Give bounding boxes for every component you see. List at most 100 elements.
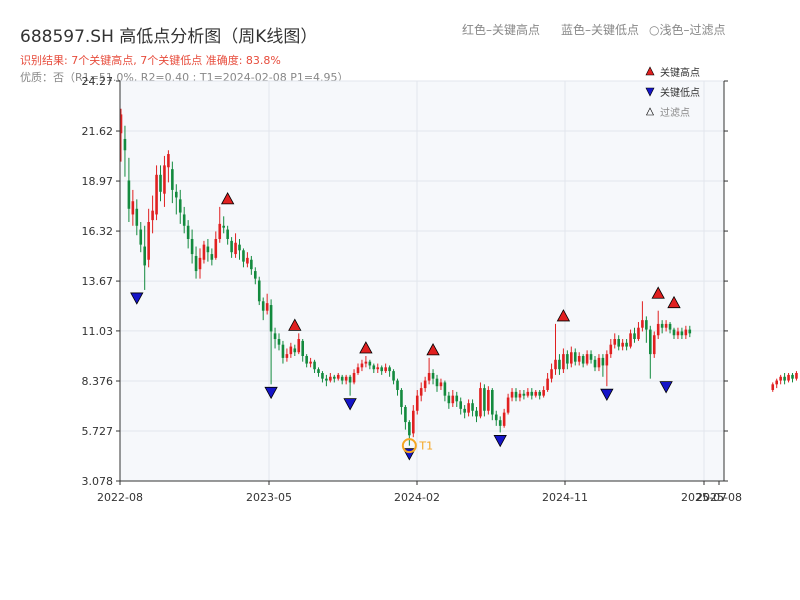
candle-body (645, 320, 648, 330)
y-tick-label: 18.97 (82, 175, 114, 188)
candle-body (566, 354, 569, 364)
candle-body (459, 401, 462, 409)
candle-body (309, 361, 312, 364)
candle-body (368, 361, 372, 366)
candle-body (510, 391, 514, 398)
candle-body (344, 376, 348, 381)
candle-body (218, 223, 222, 239)
candle-body (775, 380, 778, 385)
candle-body (787, 374, 790, 381)
candle-body (163, 165, 166, 194)
candle-body (167, 154, 170, 168)
candle-body (550, 369, 553, 379)
candle-body (277, 339, 281, 345)
candle-body (546, 378, 549, 390)
candle-body (305, 356, 308, 364)
candle-body (435, 378, 439, 387)
candle-body (127, 180, 131, 209)
candle-body (380, 367, 383, 372)
candle-body (147, 221, 150, 260)
candle-body (538, 391, 541, 396)
candle-body (522, 393, 526, 396)
candle-body (372, 365, 376, 370)
candle-body (656, 323, 660, 336)
x-tick-label: 2022-08 (97, 491, 143, 504)
candle-body (352, 372, 356, 383)
candle-body (526, 391, 530, 396)
candle-body (376, 367, 380, 370)
candle-body (518, 393, 522, 398)
candle-body (514, 391, 518, 398)
candle-body (415, 395, 419, 411)
y-tick-label: 11.03 (82, 325, 114, 338)
candle-body (384, 367, 387, 372)
candle-body (443, 382, 447, 396)
y-tick-label: 8.376 (82, 375, 114, 388)
candle-body (771, 384, 775, 390)
candle-body (791, 374, 794, 379)
candle-body (404, 406, 407, 423)
candle-body (779, 376, 782, 381)
candle-body (542, 389, 545, 396)
x-tick-label: 2023-05 (246, 491, 292, 504)
candle-body (471, 403, 474, 411)
candle-body (242, 250, 245, 262)
candle-body (190, 238, 194, 255)
candle-body (455, 395, 459, 402)
candle-body (795, 372, 798, 379)
candle-body (321, 372, 324, 379)
candle-body (400, 389, 403, 407)
candle-body (123, 138, 127, 151)
candle-body (577, 356, 581, 362)
candle-body (439, 382, 443, 387)
candle-body (621, 342, 624, 347)
candle-body (186, 225, 190, 239)
candlestick-chart: T1 3.078 5.727 8.376 11.03 13.67 16.32 18.97 21.… (82, 66, 798, 504)
candle-body (175, 191, 178, 198)
candle-body (151, 210, 154, 221)
candle-body (605, 354, 609, 366)
candle-body (289, 346, 293, 355)
candle-body (597, 357, 601, 368)
candle-body (202, 244, 206, 260)
candle-body (325, 378, 328, 381)
candle-body (494, 414, 498, 421)
legend-label: 关键低点 (660, 86, 700, 99)
candle-body (317, 369, 320, 373)
candle-body (412, 410, 415, 434)
candle-body (250, 259, 253, 270)
candle-body (139, 229, 143, 245)
candle-body (447, 395, 451, 404)
candle-body (641, 320, 644, 328)
candle-body (617, 339, 620, 347)
candle-body (364, 361, 368, 364)
candle-body (388, 367, 391, 372)
candle-body (281, 344, 285, 358)
candle-body (182, 214, 186, 226)
candle-body (333, 376, 336, 379)
candle-body (558, 359, 561, 370)
candle-body (664, 323, 668, 328)
candle-body (423, 380, 427, 389)
candle-body (506, 397, 510, 413)
candle-body (336, 374, 340, 379)
t1-label: T1 (418, 440, 433, 453)
candle-body (593, 359, 597, 368)
candle-body (178, 199, 182, 213)
candle-body (573, 352, 577, 362)
candle-body (680, 331, 684, 336)
candle-body (257, 280, 261, 302)
candle-body (159, 174, 162, 192)
candle-body (198, 257, 202, 270)
candle-body (238, 244, 241, 251)
candle-body (649, 329, 652, 355)
candle-body (143, 246, 146, 266)
candle-body (585, 354, 589, 364)
candle-body (360, 363, 364, 368)
candle-body (297, 339, 301, 353)
candle-body (408, 422, 411, 436)
candle-body (581, 356, 585, 364)
candle-body (502, 412, 506, 426)
candle-body (479, 388, 482, 417)
candle-body (625, 342, 628, 347)
